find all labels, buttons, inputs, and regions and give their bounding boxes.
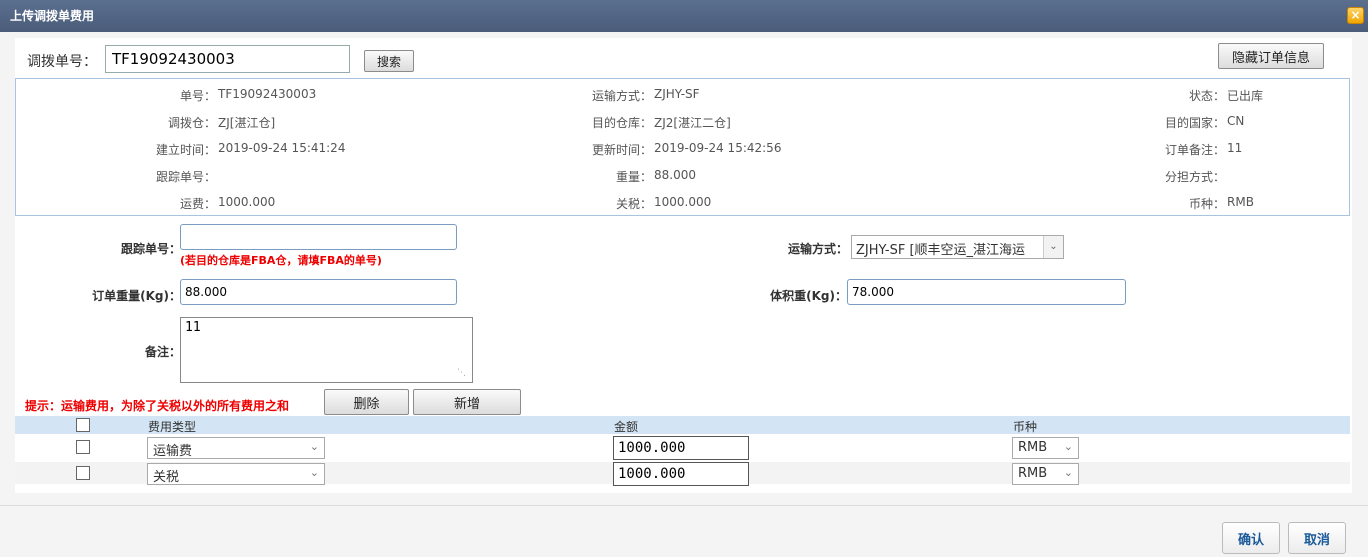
- currency-select[interactable]: RMB ⌄: [1012, 463, 1079, 485]
- volume-label: 体积重(Kg)：: [770, 289, 847, 303]
- info-label-tracking: 跟踪单号：: [155, 170, 216, 184]
- order-info-box: 单号： TF19092430003 运输方式： ZJHY-SF 状态： 已出库 …: [15, 78, 1350, 216]
- search-input[interactable]: [105, 45, 350, 73]
- weight-label: 订单重量(Kg)：: [92, 289, 181, 303]
- dialog-panel: 调拨单号： 搜索 隐藏订单信息 单号： TF19092430003 运输方式： …: [15, 38, 1352, 493]
- fee-hint: 提示：运输费用，为除了关税以外的所有费用之和: [25, 399, 290, 413]
- amount-input[interactable]: [613, 436, 749, 460]
- info-value-country: CN: [1227, 114, 1245, 128]
- row-checkbox[interactable]: [76, 440, 90, 454]
- info-label-currency: 币种：: [1188, 197, 1225, 211]
- currency-value: RMB: [1018, 440, 1048, 455]
- info-row: 调拨仓： ZJ[湛江仓] 目的仓库： ZJ2[湛江二仓] 目的国家： CN: [16, 114, 1349, 134]
- info-value-to-wh: ZJ2[湛江二仓]: [654, 116, 731, 130]
- window-title: 上传调拨单费用: [10, 9, 95, 23]
- transport-label: 运输方式：: [787, 242, 848, 256]
- header-amount: 金额: [614, 420, 639, 434]
- info-label-updated: 更新时间：: [591, 143, 652, 157]
- info-value-remark: 11: [1227, 141, 1243, 155]
- table-row: 运输费 ⌄ RMB ⌄: [15, 436, 1350, 460]
- info-row: 运费： 1000.000 关税： 1000.000 币种： RMB: [16, 195, 1349, 215]
- info-label-to-wh: 目的仓库：: [591, 116, 652, 130]
- search-label: 调拨单号：: [27, 54, 97, 70]
- info-value-updated: 2019-09-24 15:42:56: [654, 141, 782, 155]
- close-icon[interactable]: ×: [1347, 7, 1364, 24]
- info-row: 跟踪单号： 重量： 88.000 分担方式：: [16, 168, 1349, 188]
- dialog-footer: 确认 取消: [0, 505, 1368, 557]
- info-label-remark: 订单备注：: [1164, 143, 1225, 157]
- transport-select-value: ZJHY-SF [顺丰空运_湛江海运: [856, 243, 1026, 258]
- info-label-from-wh: 调拨仓：: [167, 116, 216, 130]
- info-value-from-wh: ZJ[湛江仓]: [218, 116, 276, 130]
- chevron-down-icon: ⌄: [1063, 440, 1073, 453]
- info-label-weight: 重量：: [615, 170, 652, 184]
- resize-grip-icon[interactable]: ⋱: [457, 368, 466, 378]
- chevron-down-icon: ⌄: [1043, 236, 1063, 258]
- confirm-button[interactable]: 确认: [1222, 522, 1280, 554]
- info-label-country: 目的国家：: [1164, 116, 1225, 130]
- info-label-order-no: 单号：: [179, 89, 216, 103]
- info-row: 建立时间： 2019-09-24 15:41:24 更新时间： 2019-09-…: [16, 141, 1349, 161]
- table-row: 关税 ⌄ RMB ⌄: [15, 462, 1350, 486]
- weight-input[interactable]: [180, 279, 457, 305]
- volume-input[interactable]: [847, 279, 1126, 305]
- hide-order-info-button[interactable]: 隐藏订单信息: [1218, 43, 1324, 69]
- fee-table-header: 费用类型 金额 币种: [15, 416, 1350, 434]
- currency-select[interactable]: RMB ⌄: [1012, 437, 1079, 459]
- add-button[interactable]: 新增: [413, 389, 521, 415]
- info-value-weight: 88.000: [654, 168, 696, 182]
- info-value-created: 2019-09-24 15:41:24: [218, 141, 346, 155]
- row-checkbox[interactable]: [76, 466, 90, 480]
- chevron-down-icon: ⌄: [1063, 466, 1073, 479]
- chevron-down-icon: ⌄: [309, 466, 319, 479]
- info-row: 单号： TF19092430003 运输方式： ZJHY-SF 状态： 已出库: [16, 87, 1349, 107]
- delete-button[interactable]: 删除: [324, 389, 409, 415]
- currency-value: RMB: [1018, 466, 1048, 481]
- info-label-split: 分担方式：: [1164, 170, 1225, 184]
- info-value-freight: 1000.000: [218, 195, 276, 209]
- window-titlebar: 上传调拨单费用 ×: [0, 0, 1368, 32]
- info-value-status: 已出库: [1227, 89, 1264, 103]
- fee-type-value: 关税: [153, 470, 180, 485]
- fee-type-value: 运输费: [153, 444, 193, 459]
- cancel-button[interactable]: 取消: [1288, 522, 1346, 554]
- info-label-status: 状态：: [1188, 89, 1225, 103]
- info-value-tax: 1000.000: [654, 195, 712, 209]
- transport-select[interactable]: ZJHY-SF [顺丰空运_湛江海运 ⌄: [851, 235, 1064, 259]
- amount-input[interactable]: [613, 462, 749, 486]
- tracking-input[interactable]: [180, 224, 457, 250]
- select-all-checkbox[interactable]: [76, 418, 90, 432]
- header-currency: 币种: [1013, 420, 1038, 434]
- fee-type-select[interactable]: 关税 ⌄: [147, 463, 325, 485]
- remark-textarea[interactable]: 11: [180, 317, 473, 383]
- info-label-tax: 关税：: [615, 197, 652, 211]
- remark-label: 备注：: [144, 345, 181, 359]
- tracking-label: 跟踪单号：: [120, 242, 181, 256]
- info-label-transport: 运输方式：: [591, 89, 652, 103]
- search-button[interactable]: 搜索: [364, 50, 414, 72]
- header-type: 费用类型: [148, 420, 197, 434]
- info-value-currency: RMB: [1227, 195, 1254, 209]
- info-value-transport: ZJHY-SF: [654, 87, 700, 101]
- chevron-down-icon: ⌄: [309, 440, 319, 453]
- info-label-created: 建立时间：: [155, 143, 216, 157]
- fee-type-select[interactable]: 运输费 ⌄: [147, 437, 325, 459]
- info-label-freight: 运费：: [179, 197, 216, 211]
- info-value-order-no: TF19092430003: [218, 87, 317, 101]
- tracking-hint: (若目的仓库是FBA仓，请填FBA的单号): [180, 254, 382, 267]
